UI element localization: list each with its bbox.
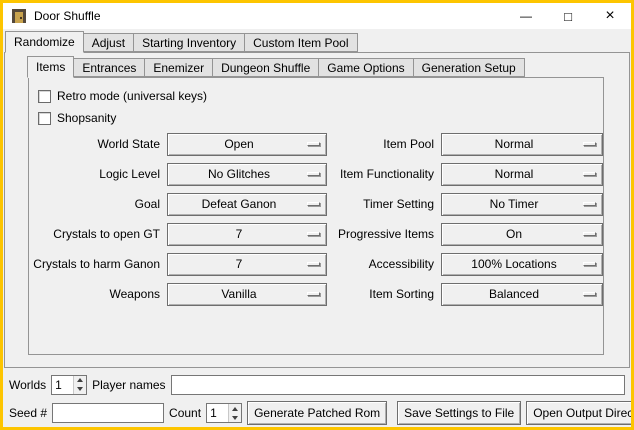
multiworld-row: Worlds Player names bbox=[9, 374, 625, 395]
tab-game-options[interactable]: Game Options bbox=[318, 58, 413, 77]
item-sorting-label: Item Sorting bbox=[334, 287, 434, 301]
worlds-label: Worlds bbox=[9, 378, 46, 392]
count-input[interactable] bbox=[207, 404, 228, 422]
close-icon[interactable]: × bbox=[589, 3, 631, 29]
crystals-gt-value: 7 bbox=[236, 227, 243, 241]
spin-down-icon[interactable] bbox=[229, 413, 241, 422]
player-names-input[interactable] bbox=[171, 375, 626, 395]
app-icon bbox=[11, 8, 27, 24]
window-controls: — □ × bbox=[505, 3, 631, 29]
crystals-gt-dropdown[interactable]: 7 bbox=[167, 223, 327, 246]
weapons-value: Vanilla bbox=[221, 287, 256, 301]
seed-label: Seed # bbox=[9, 406, 47, 420]
generate-button[interactable]: Generate Patched Rom bbox=[247, 401, 387, 425]
shopsanity-label: Shopsanity bbox=[57, 111, 116, 125]
player-names-label: Player names bbox=[92, 378, 165, 392]
dropdown-indicator-icon bbox=[307, 232, 320, 236]
weapons-label: Weapons bbox=[29, 287, 160, 301]
progressive-items-value: On bbox=[506, 227, 522, 241]
dropdown-indicator-icon bbox=[307, 292, 320, 296]
seed-input[interactable] bbox=[52, 403, 164, 423]
dropdown-indicator-icon bbox=[583, 202, 596, 206]
accessibility-dropdown[interactable]: 100% Locations bbox=[441, 253, 603, 276]
goal-label: Goal bbox=[29, 197, 160, 211]
dropdown-indicator-icon bbox=[307, 262, 320, 266]
shopsanity-checkbox-row[interactable]: Shopsanity bbox=[38, 107, 603, 129]
item-sorting-dropdown[interactable]: Balanced bbox=[441, 283, 603, 306]
tab-enemizer[interactable]: Enemizer bbox=[144, 58, 213, 77]
dropdown-indicator-icon bbox=[583, 292, 596, 296]
world-state-dropdown[interactable]: Open bbox=[167, 133, 327, 156]
tab-adjust[interactable]: Adjust bbox=[83, 33, 134, 52]
crystals-gt-label: Crystals to open GT bbox=[29, 227, 160, 241]
count-spinner[interactable] bbox=[206, 403, 242, 423]
spin-down-icon[interactable] bbox=[74, 385, 86, 394]
dropdown-indicator-icon bbox=[307, 172, 320, 176]
dropdown-indicator-icon bbox=[583, 172, 596, 176]
tab-custom-item-pool[interactable]: Custom Item Pool bbox=[244, 33, 357, 52]
crystals-ganon-value: 7 bbox=[236, 257, 243, 271]
generation-row: Seed # Count Generate Patched Rom Save S… bbox=[9, 401, 625, 425]
weapons-dropdown[interactable]: Vanilla bbox=[167, 283, 327, 306]
count-label: Count bbox=[169, 406, 201, 420]
app-window: Door Shuffle — □ × Randomize Adjust Star… bbox=[0, 0, 634, 430]
logic-level-value: No Glitches bbox=[208, 167, 270, 181]
items-pane: Retro mode (universal keys) Shopsanity W… bbox=[28, 77, 604, 355]
spin-up-icon[interactable] bbox=[74, 376, 86, 385]
tab-items[interactable]: Items bbox=[27, 56, 74, 78]
dropdown-indicator-icon bbox=[307, 202, 320, 206]
crystals-ganon-dropdown[interactable]: 7 bbox=[167, 253, 327, 276]
main-tabbar: Randomize Adjust Starting Inventory Cust… bbox=[5, 31, 631, 52]
dropdown-indicator-icon bbox=[583, 142, 596, 146]
item-pool-value: Normal bbox=[495, 137, 534, 151]
timer-setting-value: No Timer bbox=[490, 197, 539, 211]
spin-up-icon[interactable] bbox=[229, 404, 241, 413]
maximize-icon[interactable]: □ bbox=[547, 3, 589, 29]
randomize-pane: Items Entrances Enemizer Dungeon Shuffle… bbox=[4, 52, 630, 368]
tab-generation-setup[interactable]: Generation Setup bbox=[413, 58, 525, 77]
world-state-label: World State bbox=[29, 137, 160, 151]
progressive-items-label: Progressive Items bbox=[334, 227, 434, 241]
open-output-button[interactable]: Open Output Directory bbox=[526, 401, 634, 425]
item-functionality-value: Normal bbox=[495, 167, 534, 181]
worlds-spin-arrows bbox=[73, 376, 86, 394]
dropdown-indicator-icon bbox=[583, 232, 596, 236]
item-pool-dropdown[interactable]: Normal bbox=[441, 133, 603, 156]
timer-setting-label: Timer Setting bbox=[334, 197, 434, 211]
save-settings-button[interactable]: Save Settings to File bbox=[397, 401, 521, 425]
dropdown-indicator-icon bbox=[583, 262, 596, 266]
minimize-icon[interactable]: — bbox=[505, 3, 547, 29]
retro-mode-checkbox-row[interactable]: Retro mode (universal keys) bbox=[38, 85, 603, 107]
tab-randomize[interactable]: Randomize bbox=[5, 31, 84, 53]
item-functionality-label: Item Functionality bbox=[334, 167, 434, 181]
accessibility-value: 100% Locations bbox=[471, 257, 556, 271]
shopsanity-checkbox-icon[interactable] bbox=[38, 112, 51, 125]
item-pool-label: Item Pool bbox=[334, 137, 434, 151]
progressive-items-dropdown[interactable]: On bbox=[441, 223, 603, 246]
accessibility-label: Accessibility bbox=[334, 257, 434, 271]
tab-dungeon-shuffle[interactable]: Dungeon Shuffle bbox=[212, 58, 319, 77]
window-title: Door Shuffle bbox=[34, 9, 101, 23]
goal-dropdown[interactable]: Defeat Ganon bbox=[167, 193, 327, 216]
logic-level-dropdown[interactable]: No Glitches bbox=[167, 163, 327, 186]
item-sorting-value: Balanced bbox=[489, 287, 539, 301]
retro-mode-checkbox-icon[interactable] bbox=[38, 90, 51, 103]
timer-setting-dropdown[interactable]: No Timer bbox=[441, 193, 603, 216]
tab-entrances[interactable]: Entrances bbox=[73, 58, 145, 77]
world-state-value: Open bbox=[224, 137, 253, 151]
tab-starting-inventory[interactable]: Starting Inventory bbox=[133, 33, 245, 52]
worlds-input[interactable] bbox=[52, 376, 73, 394]
sub-tabbar: Items Entrances Enemizer Dungeon Shuffle… bbox=[27, 56, 629, 77]
count-spin-arrows bbox=[228, 404, 241, 422]
goal-value: Defeat Ganon bbox=[202, 197, 277, 211]
crystals-ganon-label: Crystals to harm Ganon bbox=[29, 257, 160, 271]
item-functionality-dropdown[interactable]: Normal bbox=[441, 163, 603, 186]
logic-level-label: Logic Level bbox=[29, 167, 160, 181]
dropdown-indicator-icon bbox=[307, 142, 320, 146]
client-area: Randomize Adjust Starting Inventory Cust… bbox=[3, 29, 631, 427]
worlds-spinner[interactable] bbox=[51, 375, 87, 395]
options-grid: World State Open Item Pool Normal Logic … bbox=[29, 129, 603, 309]
retro-mode-label: Retro mode (universal keys) bbox=[57, 89, 207, 103]
titlebar: Door Shuffle — □ × bbox=[3, 3, 631, 29]
